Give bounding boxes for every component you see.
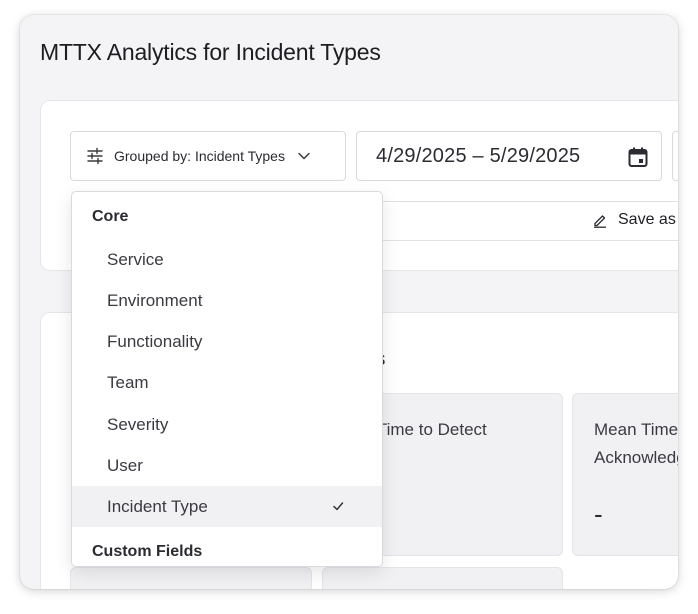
date-range-value: 4/29/2025 – 5/29/2025 (376, 144, 581, 167)
dropdown-section-header: Custom Fields (92, 543, 203, 560)
save-as-label: Save as (618, 211, 676, 228)
option-label: Severity (107, 414, 169, 434)
check-icon (333, 502, 344, 511)
chevron-down-icon (298, 152, 310, 160)
save-as-button[interactable]: Save as (592, 211, 676, 229)
group-by-button[interactable]: Grouped by: Incident Types (70, 131, 346, 181)
dropdown-option-service[interactable]: Service (72, 239, 382, 280)
dropdown-option-environment[interactable]: Environment (72, 280, 382, 321)
option-label: Service (107, 249, 164, 269)
pencil-icon (594, 215, 606, 228)
dropdown-option-severity[interactable]: Severity (72, 404, 382, 445)
option-label: Incident Type (107, 496, 208, 516)
calendar-icon (628, 147, 648, 167)
additional-filter-control[interactable] (672, 131, 678, 181)
option-label: Team (107, 372, 149, 392)
option-label: User (107, 455, 143, 475)
option-label: Functionality (107, 331, 203, 351)
dropdown-option-functionality[interactable]: Functionality (72, 321, 382, 362)
page-title: MTTX Analytics for Incident Types (40, 39, 381, 65)
sliders-icon (87, 147, 103, 165)
group-by-label: Grouped by: Incident Types (114, 148, 285, 164)
metric-card (70, 567, 312, 589)
date-range-picker[interactable]: 4/29/2025 – 5/29/2025 (356, 131, 662, 181)
dropdown-option-team[interactable]: Team (72, 362, 382, 403)
metric-card (322, 567, 563, 589)
dropdown-option-incident-type[interactable]: Incident Type (72, 486, 382, 527)
dropdown-section-header: Core (92, 208, 129, 225)
metric-label: Mean Time to Acknowledge (594, 420, 678, 467)
group-by-dropdown: Core Service Environment Functionality T… (71, 191, 383, 567)
metric-value: - (594, 499, 603, 529)
app-window: MTTX Analytics for Incident Types Groupe… (20, 15, 678, 589)
option-label: Environment (107, 290, 203, 310)
dropdown-option-user[interactable]: User (72, 445, 382, 486)
metric-card-acknowledge: Mean Time to Acknowledge - (572, 393, 678, 556)
